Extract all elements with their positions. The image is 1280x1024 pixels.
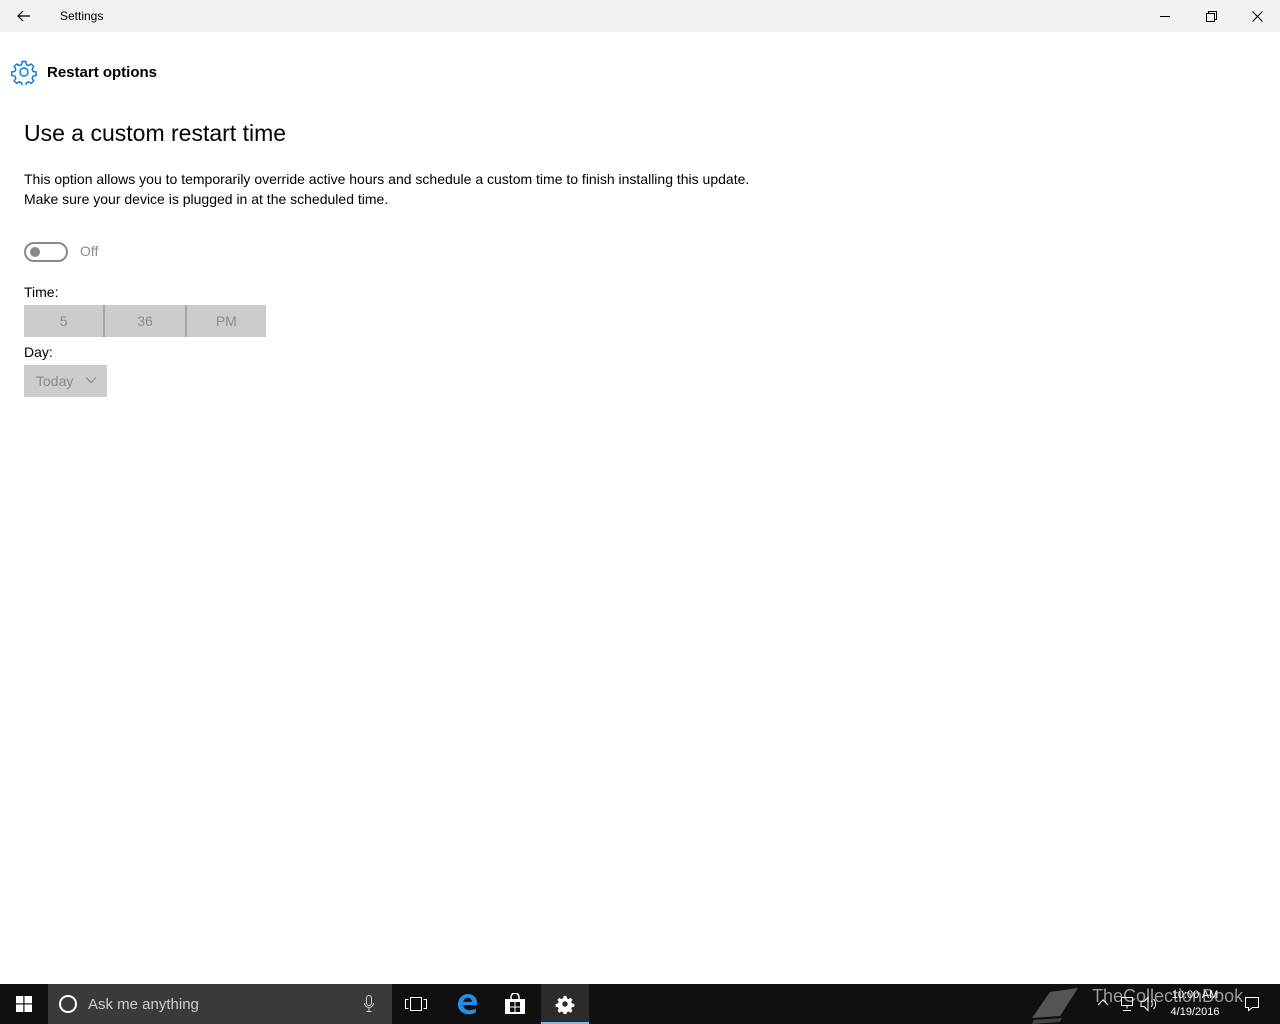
close-icon: [1251, 10, 1263, 22]
time-hour[interactable]: 5: [24, 305, 103, 337]
store-bag-icon: [505, 993, 525, 1014]
minimize-icon: [1160, 16, 1170, 17]
notification-icon: [1245, 997, 1259, 1012]
restore-icon: [1205, 10, 1217, 22]
minimize-button[interactable]: [1142, 0, 1188, 32]
page-title: Restart options: [47, 63, 158, 81]
time-minute[interactable]: 36: [105, 305, 184, 337]
show-hidden-icons-chevron-icon[interactable]: [1097, 996, 1109, 1010]
settings-taskbar-button[interactable]: [541, 984, 589, 1024]
title-bar: Settings: [0, 0, 1280, 32]
start-button[interactable]: [0, 984, 48, 1024]
day-label: Day:: [24, 344, 53, 360]
clock-date: 4/19/2016: [1170, 1006, 1220, 1018]
time-label: Time:: [24, 284, 59, 300]
section-title: Use a custom restart time: [24, 120, 287, 146]
cortana-circle-icon: [59, 995, 77, 1013]
edge-icon: [458, 994, 477, 1015]
close-button[interactable]: [1234, 0, 1280, 32]
description-line-2: Make sure your device is plugged in at t…: [24, 191, 389, 207]
microphone-icon[interactable]: [364, 995, 374, 1012]
back-arrow-icon: [17, 10, 30, 22]
gear-icon: [11, 60, 37, 85]
windows-logo-icon: [16, 996, 32, 1012]
search-placeholder: Ask me anything: [88, 995, 199, 1013]
custom-restart-toggle[interactable]: [24, 242, 68, 262]
taskbar-clock[interactable]: 10:00 AM 4/19/2016: [1160, 987, 1230, 1021]
time-picker[interactable]: 5 36 PM: [24, 305, 266, 337]
task-view-button[interactable]: [392, 984, 440, 1024]
task-view-icon: [405, 997, 427, 1011]
page-header: Restart options: [11, 58, 157, 86]
description: This option allows you to temporarily ov…: [24, 169, 924, 209]
action-center-button[interactable]: [1240, 984, 1264, 1024]
day-dropdown[interactable]: Today: [24, 365, 107, 397]
taskbar: Ask me anything TheCollectionBook 10:00 …: [0, 984, 1280, 1024]
settings-gear-icon: [555, 995, 575, 1014]
window-title: Settings: [60, 9, 104, 23]
toggle-knob: [30, 247, 40, 257]
network-icon[interactable]: [1118, 996, 1136, 1012]
volume-icon[interactable]: [1140, 996, 1158, 1012]
description-line-1: This option allows you to temporarily ov…: [24, 171, 750, 187]
clock-time: 10:00 AM: [1171, 989, 1219, 1001]
restore-button[interactable]: [1188, 0, 1234, 32]
toggle-state-label: Off: [80, 243, 99, 259]
day-selected-value: Today: [36, 373, 74, 389]
chevron-down-icon: [85, 377, 97, 384]
back-button[interactable]: [0, 0, 48, 32]
store-button[interactable]: [491, 984, 539, 1024]
edge-browser-button[interactable]: [443, 984, 491, 1024]
cortana-search-box[interactable]: Ask me anything: [48, 984, 392, 1024]
time-period[interactable]: PM: [187, 305, 266, 337]
